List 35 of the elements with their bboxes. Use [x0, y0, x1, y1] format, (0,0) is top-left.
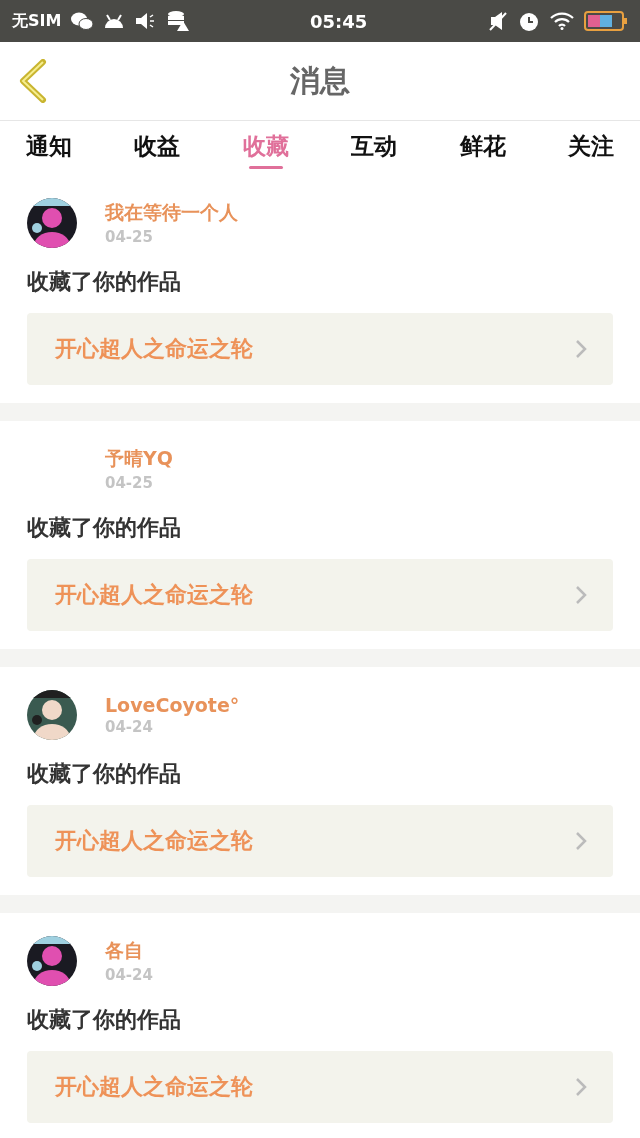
carrier-text: 无SIM [12, 10, 62, 32]
battery-icon [584, 11, 628, 31]
message-text: 收藏了你的作品 [27, 1006, 182, 1034]
chevron-right-icon [575, 831, 587, 851]
tab[interactable]: 收益 [122, 121, 193, 175]
user-name[interactable]: 各自 [105, 938, 153, 964]
user-name[interactable]: LoveCoyote° [105, 694, 240, 716]
user-name[interactable]: 予晴YQ [105, 446, 173, 472]
message-date: 04-24 [105, 718, 154, 736]
message-date: 04-25 [105, 474, 154, 492]
android-icon [103, 12, 126, 30]
work-link[interactable]: 开心超人之命运之轮 [27, 559, 613, 631]
work-link[interactable]: 开心超人之命运之轮 [27, 805, 613, 877]
tab[interactable]: 关注 [555, 121, 626, 175]
message-text: 收藏了你的作品 [27, 268, 182, 296]
work-link[interactable]: 开心超人之命运之轮 [27, 1051, 613, 1123]
tab[interactable]: 互动 [339, 121, 410, 175]
tab[interactable]: 鲜花 [447, 121, 518, 175]
chat-bubbles-icon [71, 11, 94, 31]
tab[interactable]: 通知 [14, 121, 84, 175]
chevron-right-icon [575, 339, 587, 359]
message-date: 04-25 [105, 228, 154, 246]
clock-time: 05:45 [310, 10, 368, 32]
page-title: 消息 [290, 61, 350, 100]
user-name[interactable]: 我在等待一个人 [105, 200, 238, 226]
message-date: 04-24 [105, 966, 153, 984]
message-text: 收藏了你的作品 [27, 760, 182, 788]
chevron-right-icon [575, 585, 587, 605]
message-text: 收藏了你的作品 [27, 514, 182, 542]
tab[interactable]: 收藏 [230, 121, 301, 175]
wifi-icon [550, 12, 574, 30]
work-link[interactable]: 开心超人之命运之轮 [27, 313, 613, 385]
alarm-icon [518, 10, 540, 32]
chevron-right-icon [575, 1077, 587, 1097]
back-icon[interactable] [18, 59, 48, 103]
